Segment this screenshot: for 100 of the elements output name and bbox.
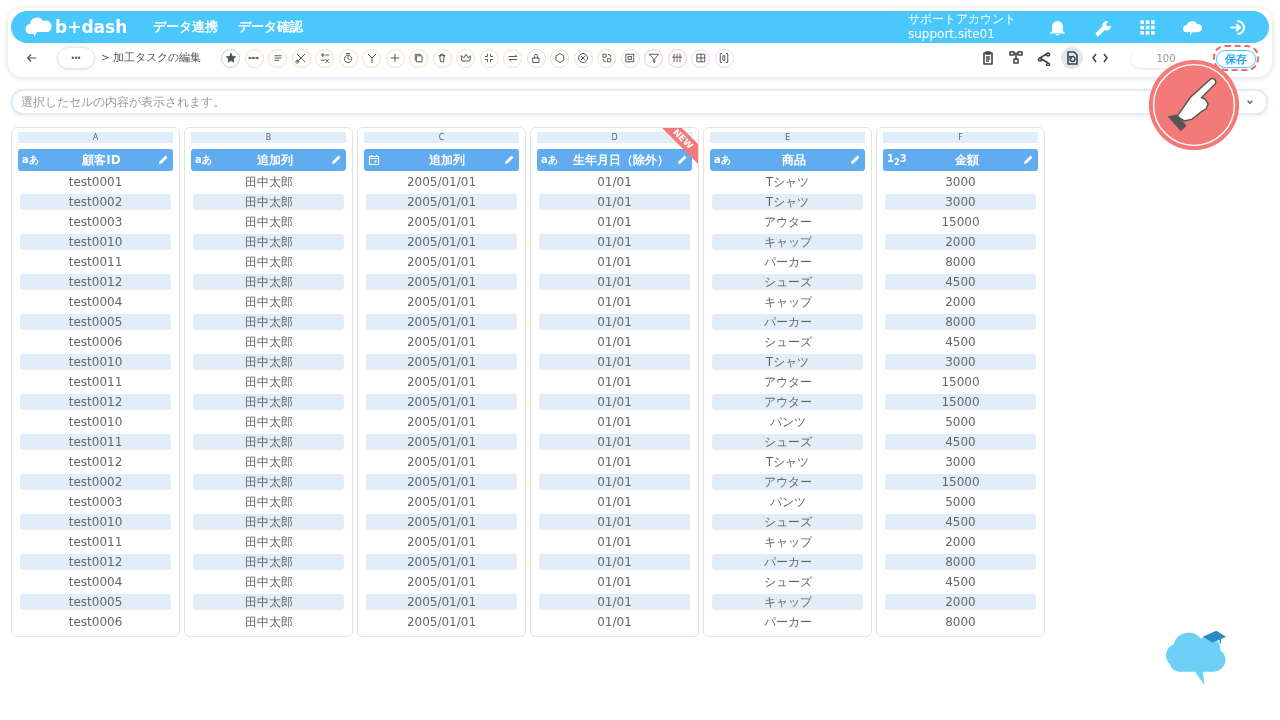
column-header[interactable]: 1$_{2}$3 金額 [883, 149, 1038, 171]
table-cell: test0010 [20, 514, 171, 530]
table-cell: 2005/01/01 [366, 354, 517, 370]
table-cell-text: パンツ [768, 494, 807, 510]
table-cell-text: 2005/01/01 [405, 334, 478, 350]
nav-link[interactable]: データ確認 [238, 18, 304, 36]
pencil-icon[interactable] [849, 154, 861, 166]
table-cell-text: 01/01 [596, 614, 633, 630]
table-cell: 田中太郎 [193, 354, 344, 370]
column-title: 顧客ID [81, 151, 122, 169]
table-cell: 2005/01/01 [366, 274, 517, 290]
table-cell-text: 3000 [944, 174, 977, 190]
save-button[interactable]: 保存 [1216, 50, 1256, 69]
table-cell: キャップ [712, 594, 863, 610]
type-label: aあ [195, 153, 213, 167]
tool-button[interactable] [667, 48, 687, 68]
table-cell: 田中太郎 [193, 194, 344, 210]
tool-button[interactable] [550, 48, 570, 68]
breadcrumb: > 加工タスクの編集 [101, 51, 202, 65]
table-cell-text: 15000 [940, 214, 981, 230]
table-cell-text: 01/01 [596, 294, 633, 310]
tool-button[interactable] [479, 48, 499, 68]
tool-button[interactable] [620, 48, 640, 68]
table-cell: 2005/01/01 [366, 234, 517, 250]
table-cell-text: test0001 [67, 174, 124, 190]
table-cell: 2005/01/01 [366, 434, 517, 450]
cell-content-field[interactable]: 選択したセルの内容が表示されます。 [11, 89, 1268, 115]
column-header[interactable]: aあ 顧客ID [18, 149, 173, 171]
column-header[interactable]: aあ 生年月日（除外） [537, 149, 692, 171]
plus-icon [389, 52, 402, 64]
tool-button[interactable] [409, 48, 429, 68]
tool-button[interactable] [221, 48, 241, 68]
table-cell: 田中太郎 [193, 434, 344, 450]
table-cell-text: 4500 [944, 574, 977, 590]
clipboard-icon [980, 50, 996, 66]
more-button[interactable]: ••• [57, 47, 95, 69]
view-button[interactable] [1061, 47, 1083, 69]
tool-button[interactable] [291, 48, 311, 68]
column-header[interactable]: 追加列 [364, 149, 519, 171]
table-cell-text: 田中太郎 [243, 214, 294, 230]
table-cell-text: test0004 [67, 574, 124, 590]
table-cell: test0002 [20, 474, 171, 490]
tool-button[interactable] [573, 48, 593, 68]
table-cell-text: シューズ [762, 334, 813, 350]
table-cell: 3000 [885, 354, 1036, 370]
table-cell: test0005 [20, 594, 171, 610]
back-arrow-icon[interactable] [25, 51, 39, 65]
pencil-icon[interactable] [676, 154, 688, 166]
table-cell-text: 田中太郎 [243, 174, 294, 190]
sort-icon [671, 52, 684, 64]
table-cell-text: シューズ [762, 574, 813, 590]
table-cell: 田中太郎 [193, 394, 344, 410]
table-cell-text: 8000 [944, 614, 977, 630]
table-cell-text: test0003 [67, 494, 124, 510]
pencil-icon[interactable] [157, 154, 169, 166]
table-cell: 4500 [885, 274, 1036, 290]
table-cell: 01/01 [539, 394, 690, 410]
table-cell: 01/01 [539, 474, 690, 490]
tool-button[interactable] [503, 48, 523, 68]
type-label: aあ [22, 153, 40, 167]
table-cell: test0002 [20, 194, 171, 210]
tool-button[interactable] [714, 48, 734, 68]
table-cell: シューズ [712, 434, 863, 450]
table-cell: 8000 [885, 314, 1036, 330]
nav-link[interactable]: データ連携 [153, 18, 219, 36]
pencil-icon[interactable] [503, 154, 515, 166]
table-cell-text: アウター [762, 374, 813, 390]
tool-button[interactable] [268, 48, 288, 68]
tool-button[interactable] [691, 48, 711, 68]
tool-button[interactable] [644, 48, 664, 68]
column-title: 商品 [780, 151, 807, 169]
tool-button[interactable] [244, 48, 264, 68]
fork-icon [365, 52, 378, 64]
table-cell: 01/01 [539, 434, 690, 450]
table-cell: 2005/01/01 [366, 554, 517, 570]
table-cell-text: 2005/01/01 [405, 574, 478, 590]
table-cell-text: 田中太郎 [243, 534, 294, 550]
pencil-icon[interactable] [330, 154, 342, 166]
table-cell-text: 01/01 [596, 494, 633, 510]
table-cell: 2005/01/01 [366, 594, 517, 610]
table-cell-text: test0011 [67, 374, 124, 390]
table-cell-text: パーカー [762, 614, 813, 630]
table-cell-text: キャップ [762, 294, 814, 310]
tool-button[interactable] [315, 48, 335, 68]
calendar-icon [368, 154, 380, 166]
table-cell-text: 田中太郎 [243, 614, 294, 630]
tool-button[interactable] [597, 48, 617, 68]
column-header[interactable]: aあ 追加列 [191, 149, 346, 171]
tool-button[interactable] [526, 48, 546, 68]
tool-button[interactable] [432, 48, 452, 68]
table-cell: 2005/01/01 [366, 314, 517, 330]
table-cell-text: test0012 [67, 454, 124, 470]
table-cell: Tシャツ [712, 354, 863, 370]
pencil-icon[interactable] [1022, 154, 1034, 166]
table-cell: パーカー [712, 554, 863, 570]
table-cell-text: 2005/01/01 [405, 214, 478, 230]
column-letter: C [364, 132, 519, 143]
tool-button[interactable] [338, 48, 358, 68]
column-header[interactable]: aあ 商品 [710, 149, 865, 171]
tool-button[interactable] [456, 48, 476, 68]
